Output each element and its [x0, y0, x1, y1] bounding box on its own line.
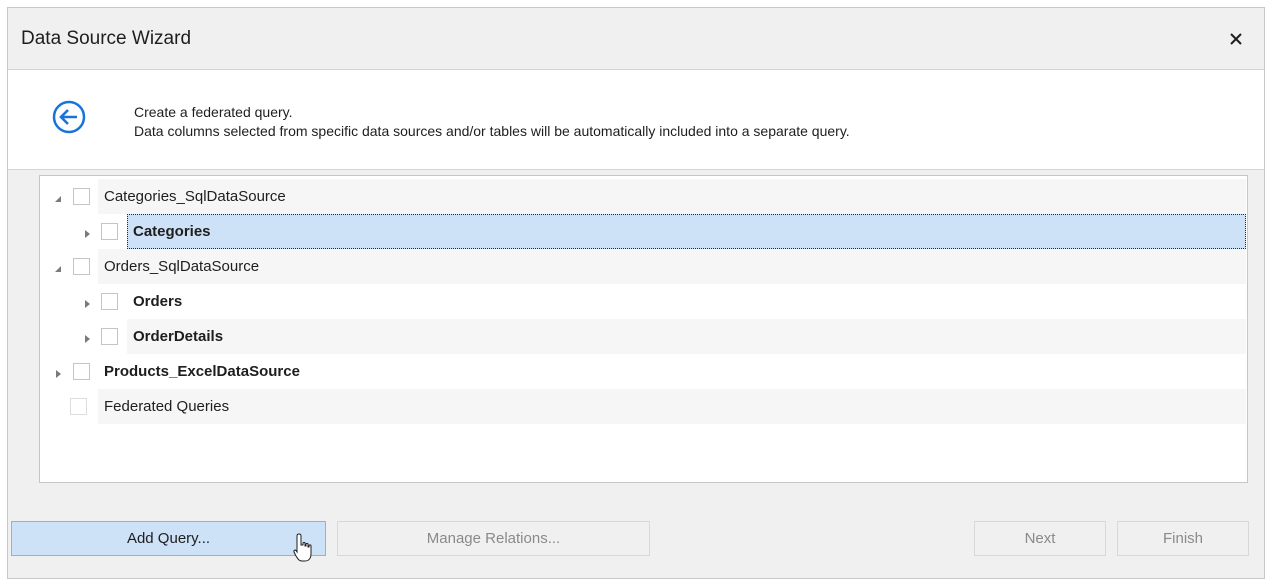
checkbox[interactable]	[101, 223, 118, 240]
collapse-icon[interactable]	[53, 191, 63, 202]
finish-button[interactable]: Finish	[1117, 521, 1249, 556]
checkbox[interactable]	[101, 328, 118, 345]
description-line-1: Create a federated query.	[134, 104, 293, 120]
tree-row-label: Federated Queries	[104, 398, 230, 415]
expand-icon[interactable]	[82, 226, 92, 238]
add-query-button[interactable]: Add Query...	[11, 521, 326, 556]
close-icon[interactable]	[1220, 24, 1252, 54]
next-button[interactable]: Next	[974, 521, 1106, 556]
manage-relations-button[interactable]: Manage Relations...	[337, 521, 650, 556]
tree-row-label: Categories_SqlDataSource	[104, 188, 286, 205]
tree-row-label: Products_ExcelDataSource	[104, 363, 300, 380]
tree-row-label: OrderDetails	[133, 328, 224, 345]
tree-row-categories-sqldatasource[interactable]: Categories_SqlDataSource	[40, 179, 1247, 214]
window-title: Data Source Wizard	[21, 28, 192, 49]
checkbox[interactable]	[73, 188, 90, 205]
back-arrow-icon[interactable]	[51, 99, 87, 135]
tree-row-label: Orders_SqlDataSource	[104, 258, 260, 275]
checkbox[interactable]	[101, 293, 118, 310]
tree-row-label: Categories	[133, 223, 211, 240]
title-bar: Data Source Wizard	[8, 8, 1264, 70]
expand-icon[interactable]	[82, 296, 92, 308]
wizard-description: Create a federated query. Data columns s…	[134, 103, 850, 141]
expand-icon[interactable]	[53, 366, 63, 378]
data-source-tree: Categories_SqlDataSource Categories Orde…	[39, 175, 1248, 483]
checkbox[interactable]	[70, 398, 87, 415]
tree-row-federated-queries[interactable]: Federated Queries	[40, 389, 1247, 424]
tree-row-orders-sqldatasource[interactable]: Orders_SqlDataSource	[40, 249, 1247, 284]
tree-row-categories[interactable]: Categories	[40, 214, 1247, 249]
checkbox[interactable]	[73, 363, 90, 380]
tree-row-products-exceldatasource[interactable]: Products_ExcelDataSource	[40, 354, 1247, 389]
collapse-icon[interactable]	[53, 261, 63, 272]
checkbox[interactable]	[73, 258, 90, 275]
description-line-2: Data columns selected from specific data…	[134, 123, 850, 139]
data-source-wizard-dialog: Data Source Wizard Create a federated qu…	[7, 7, 1265, 579]
tree-row-label: Orders	[133, 293, 183, 310]
expand-icon[interactable]	[82, 331, 92, 343]
wizard-header: Create a federated query. Data columns s…	[8, 70, 1264, 170]
tree-row-orderdetails[interactable]: OrderDetails	[40, 319, 1247, 354]
tree-row-orders[interactable]: Orders	[40, 284, 1247, 319]
